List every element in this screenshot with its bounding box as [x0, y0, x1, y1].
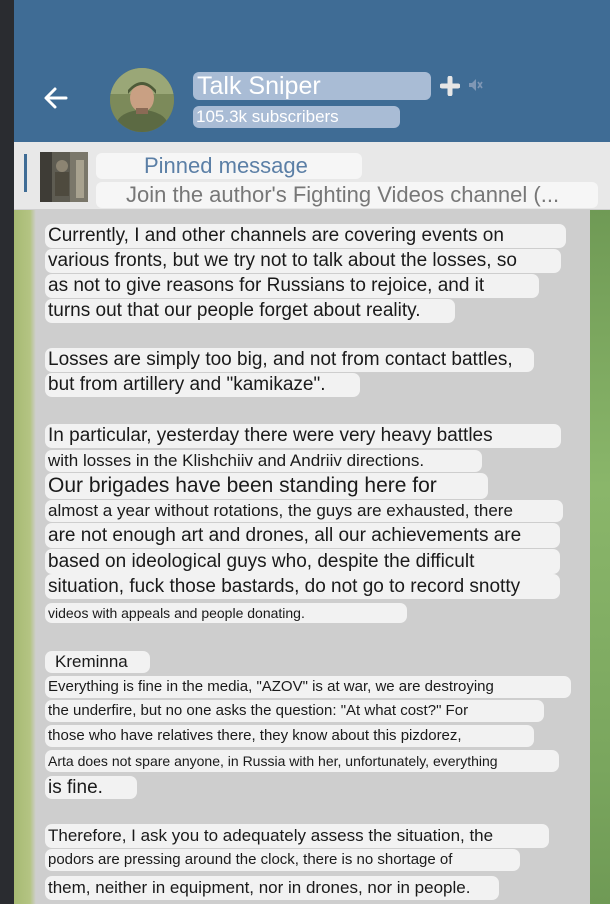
message-line: Arta does not spare anyone, in Russia wi… [45, 750, 559, 772]
message-line: those who have relatives there, they kno… [45, 725, 534, 747]
message-line: videos with appeals and people donating. [45, 603, 407, 623]
plus-icon[interactable] [439, 75, 461, 97]
back-arrow-icon[interactable] [40, 82, 72, 114]
message-line: as not to give reasons for Russians to r… [45, 274, 539, 298]
pinned-indicator [24, 154, 27, 192]
window-edge [0, 0, 14, 904]
message-line: various fronts, but we try not to talk a… [45, 249, 561, 273]
message-line: Currently, I and other channels are cove… [45, 224, 566, 248]
mute-icon[interactable] [466, 76, 484, 94]
message-line: based on ideological guys who, despite t… [45, 549, 560, 574]
message-line: almost a year without rotations, the guy… [45, 500, 563, 522]
message-line: Kreminna [45, 651, 150, 673]
message-line: turns out that our people forget about r… [45, 299, 455, 323]
message-line: is fine. [45, 776, 137, 799]
message-line: with losses in the Klishchiiv and Andrii… [45, 450, 482, 472]
message-line: podors are pressing around the clock, th… [45, 849, 520, 871]
channel-avatar[interactable] [110, 68, 174, 132]
subscriber-count: 105.3k subscribers [193, 106, 400, 128]
pinned-title: Pinned message [96, 153, 362, 179]
chat-background-edge [590, 210, 610, 904]
message-line: them, neither in equipment, nor in drone… [45, 876, 499, 900]
message-line: Everything is fine in the media, "AZOV" … [45, 676, 571, 698]
message-line: Therefore, I ask you to adequately asses… [45, 824, 549, 848]
pinned-thumbnail [40, 152, 88, 202]
message-line: the underfire, but no one asks the quest… [45, 700, 544, 722]
pinned-message-bar[interactable]: Pinned message Join the author's Fightin… [14, 142, 610, 210]
message-line: but from artillery and "kamikaze". [45, 373, 360, 397]
message-line: situation, fuck those bastards, do not g… [45, 574, 560, 599]
pinned-text: Join the author's Fighting Videos channe… [96, 182, 598, 208]
message-line: Losses are simply too big, and not from … [45, 348, 534, 372]
message-line: In particular, yesterday there were very… [45, 424, 561, 448]
message-line: are not enough art and drones, all our a… [45, 523, 560, 548]
channel-title[interactable]: Talk Sniper [193, 72, 431, 100]
message-line: Our brigades have been standing here for [45, 473, 488, 499]
